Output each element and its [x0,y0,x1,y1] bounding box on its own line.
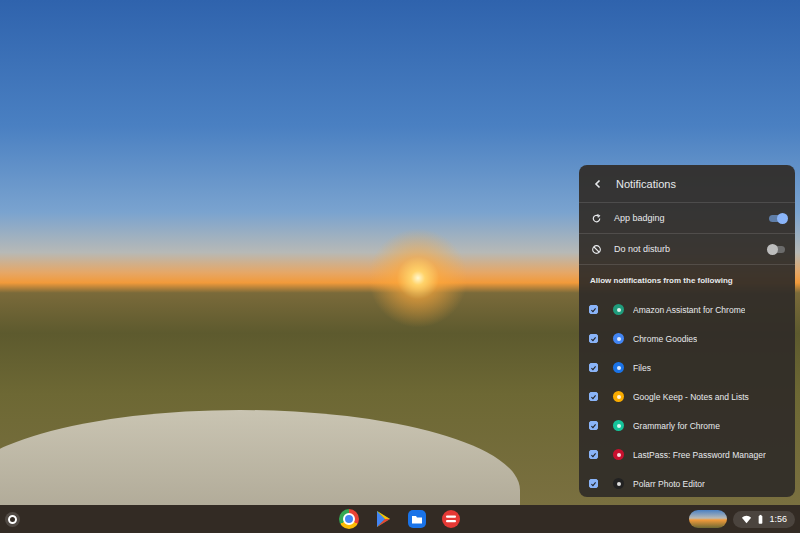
app-checkbox[interactable] [589,479,598,488]
app-checkbox[interactable] [589,363,598,372]
app-icon-red[interactable] [441,509,461,529]
panel-header: Notifications [579,165,795,203]
toggle-label: App badging [614,213,757,223]
check-icon [590,393,597,401]
app-row[interactable]: Grammarly for Chrome [579,411,795,440]
back-arrow-icon[interactable] [592,178,604,190]
toggle-knob [767,244,778,255]
app-icon [613,420,624,431]
shelf-right: 1:56 [689,510,795,528]
app-row[interactable]: Google Keep - Notes and Lists [579,382,795,411]
desktop-wallpaper: Notifications App badging Do not disturb Al… [0,0,800,505]
wallpaper-sun [368,228,468,328]
app-row[interactable]: Amazon Assistant for Chrome [579,295,795,324]
app-icon [613,391,624,402]
battery-icon [755,514,766,525]
check-icon [590,480,597,488]
app-row[interactable]: Chrome Goodies [579,324,795,353]
holding-space-thumbnail[interactable] [689,510,727,528]
files-icon[interactable] [407,509,427,529]
do-not-disturb-icon [591,244,602,255]
badging-icon [591,213,602,224]
app-icon [613,478,624,489]
toggle-knob [777,213,788,224]
shelf: 1:56 [0,505,800,533]
app-icon-mark [617,482,621,486]
app-icon-mark [617,337,621,341]
panel-title: Notifications [616,178,676,190]
wallpaper-dune [0,410,520,505]
app-icon-mark [617,453,621,457]
app-checkbox[interactable] [589,392,598,401]
app-row[interactable]: LastPass: Free Password Manager [579,440,795,469]
app-checkbox[interactable] [589,421,598,430]
check-icon [590,306,597,314]
notifications-panel: Notifications App badging Do not disturb Al… [579,165,795,497]
launcher-icon[interactable] [8,515,17,524]
app-name: Grammarly for Chrome [633,421,720,431]
app-icon [613,304,624,315]
app-name: Google Keep - Notes and Lists [633,392,749,402]
shelf-apps [308,509,689,529]
app-name: Chrome Goodies [633,334,697,344]
app-row[interactable]: Polarr Photo Editor [579,469,795,497]
app-row[interactable]: Files [579,353,795,382]
app-icon-mark [617,424,621,428]
app-checkbox[interactable] [589,305,598,314]
app-checkbox[interactable] [589,450,598,459]
toggle-row[interactable]: App badging [579,203,795,234]
check-icon [590,451,597,459]
toggle-label: Do not disturb [614,244,757,254]
app-checkbox[interactable] [589,334,598,343]
check-icon [590,335,597,343]
app-icon-mark [617,308,621,312]
shelf-left [8,515,308,524]
clock-time: 1:56 [769,514,787,524]
app-icon-mark [617,395,621,399]
play-store-icon[interactable] [373,509,393,529]
app-name: Polarr Photo Editor [633,479,705,489]
toggle-switch[interactable] [769,215,785,222]
toggle-switch[interactable] [769,246,785,253]
app-icon [613,362,624,373]
status-area[interactable]: 1:56 [733,511,795,528]
wifi-icon [741,514,752,525]
check-icon [590,422,597,430]
app-name: Files [633,363,651,373]
toggle-row[interactable]: Do not disturb [579,234,795,265]
chromeos-screen: Notifications App badging Do not disturb Al… [0,0,800,533]
app-name: LastPass: Free Password Manager [633,450,766,460]
app-icon [613,333,624,344]
section-label: Allow notifications from the following [579,265,795,295]
check-icon [590,364,597,372]
chrome-icon[interactable] [339,509,359,529]
app-icon-mark [617,366,621,370]
app-icon [613,449,624,460]
app-name: Amazon Assistant for Chrome [633,305,745,315]
